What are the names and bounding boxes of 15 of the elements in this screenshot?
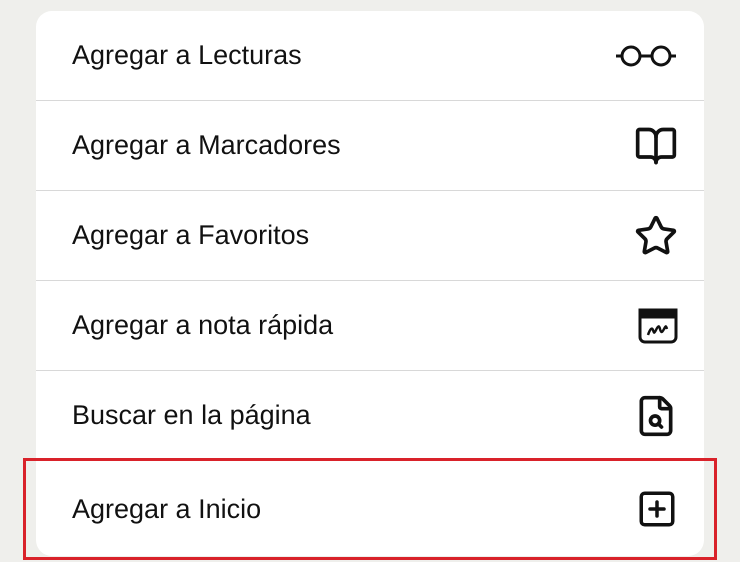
menu-item-label: Agregar a Favoritos	[72, 219, 310, 252]
menu-item-label: Agregar a Marcadores	[72, 129, 341, 162]
menu-item-label: Agregar a nota rápida	[72, 309, 334, 342]
menu-item[interactable]: Buscar en la página	[36, 371, 704, 461]
glasses-icon	[614, 44, 678, 68]
menu-item-label: Agregar a Lecturas	[72, 39, 302, 72]
menu-item[interactable]: Agregar a Inicio	[26, 461, 714, 557]
menu-item[interactable]: Agregar a Marcadores	[36, 101, 704, 191]
menu-item-label: Buscar en la página	[72, 399, 311, 432]
menu-item[interactable]: Agregar a nota rápida	[36, 281, 704, 371]
menu-item-label: Agregar a Inicio	[72, 492, 262, 526]
menu-item[interactable]: Agregar a Lecturas	[36, 11, 704, 101]
menu-item[interactable]: Agregar a Favoritos	[36, 191, 704, 281]
note-icon	[638, 308, 678, 344]
star-icon	[634, 214, 678, 258]
